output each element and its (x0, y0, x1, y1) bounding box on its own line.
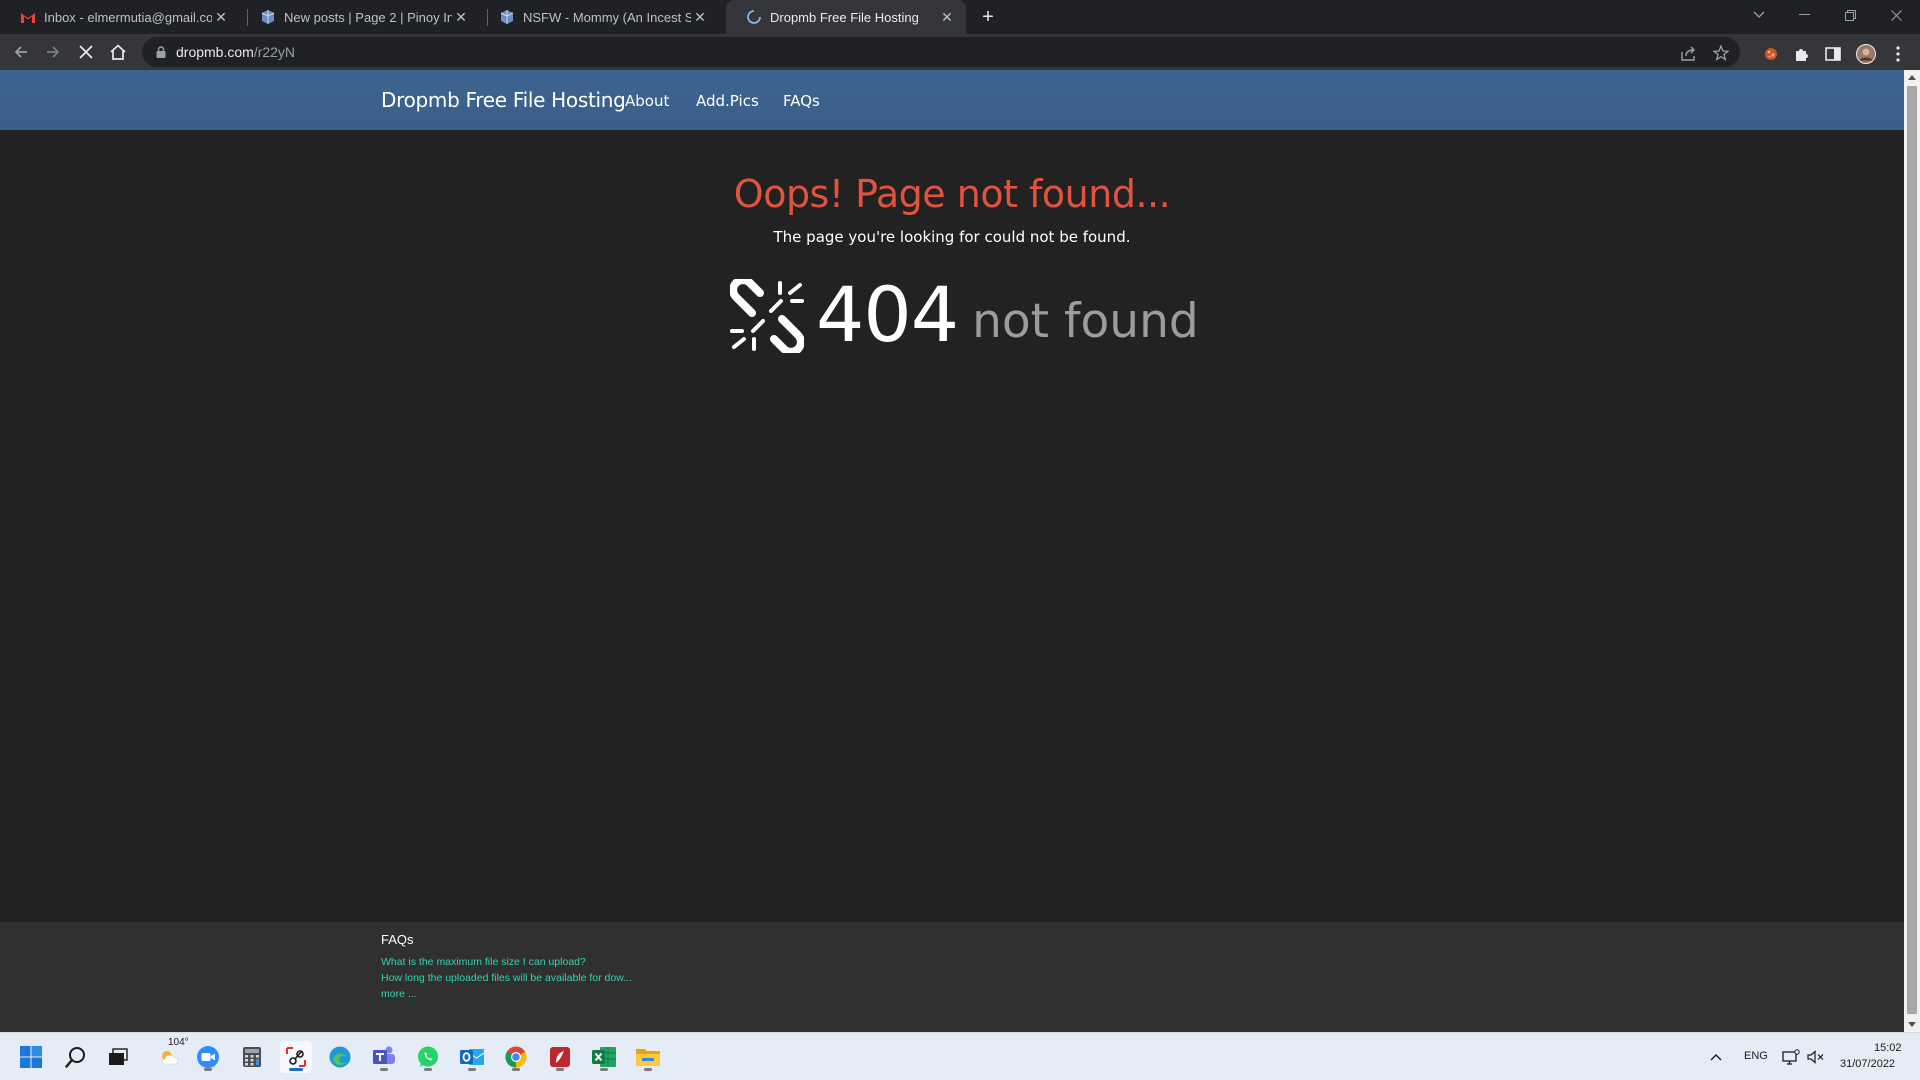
running-indicator (556, 1068, 564, 1071)
browser-menu-icon[interactable] (1887, 43, 1909, 65)
tab-search-icon[interactable] (1736, 0, 1782, 30)
nav-faqs-link[interactable]: FAQs (783, 92, 820, 110)
bookmark-star-icon[interactable] (1712, 44, 1730, 62)
web-page: Dropmb Free File Hosting About Add.Pics … (0, 70, 1904, 1032)
tab-pinoy-forum[interactable]: New posts | Page 2 | Pinoy Intern ✕ (240, 0, 480, 34)
profile-avatar[interactable] (1855, 43, 1877, 65)
tab-title: New posts | Page 2 | Pinoy Intern (284, 9, 452, 25)
extension-icon[interactable] (1760, 43, 1782, 65)
edge-browser-icon[interactable] (324, 1041, 356, 1073)
running-indicator (468, 1068, 476, 1071)
faq-link-availability[interactable]: How long the uploaded files will be avai… (381, 972, 632, 984)
url-text: dropmb.com/r22yN (176, 44, 295, 60)
close-tab-icon[interactable]: ✕ (691, 8, 709, 26)
calculator-app-icon[interactable] (236, 1041, 268, 1073)
volume-muted-icon[interactable] (1803, 1041, 1829, 1073)
broken-link-icon (730, 279, 804, 353)
active-indicator (289, 1068, 303, 1071)
network-icon[interactable] (1778, 1041, 1804, 1073)
home-button[interactable] (104, 38, 132, 66)
error-code-text: not found (972, 294, 1199, 349)
task-view-icon[interactable] (102, 1041, 134, 1073)
site-navbar: Dropmb Free File Hosting About Add.Pics … (0, 70, 1904, 130)
lock-icon[interactable] (154, 45, 168, 59)
running-indicator (380, 1068, 388, 1071)
nav-addpics-link[interactable]: Add.Pics (696, 92, 759, 110)
nav-about-link[interactable]: About (625, 92, 669, 110)
running-indicator (512, 1068, 520, 1071)
tab-title: Dropmb Free File Hosting (770, 9, 919, 25)
site-footer: FAQs What is the maximum file size I can… (0, 922, 1904, 1032)
close-window-button[interactable] (1873, 0, 1919, 30)
site-brand-link[interactable]: Dropmb Free File Hosting (381, 88, 626, 112)
weather-temperature: 104° (168, 1037, 189, 1048)
minimize-button[interactable] (1781, 0, 1827, 30)
url-path: /r22yN (253, 44, 296, 60)
scroll-down-arrow[interactable] (1908, 1022, 1916, 1027)
footer-faqs-title: FAQs (381, 932, 414, 947)
error-code: 404 (816, 270, 959, 359)
address-bar[interactable]: dropmb.com/r22yN (142, 37, 1740, 67)
outlook-app-icon[interactable] (456, 1041, 488, 1073)
back-button[interactable] (7, 38, 35, 66)
close-tab-icon[interactable]: ✕ (938, 8, 956, 26)
forum-icon (260, 9, 276, 25)
side-panel-icon[interactable] (1822, 43, 1844, 65)
close-tab-icon[interactable]: ✕ (212, 8, 230, 26)
tab-title: Inbox - elmermutia@gmail.com (44, 9, 212, 25)
clock-date[interactable]: 31/07/2022 (1840, 1058, 1895, 1070)
browser-toolbar: dropmb.com/r22yN (0, 34, 1920, 70)
close-tab-icon[interactable]: ✕ (452, 8, 470, 26)
weather-widget[interactable]: 104° (150, 1037, 189, 1073)
running-indicator (600, 1068, 608, 1071)
new-tab-button[interactable]: + (976, 5, 1000, 29)
tab-title: NSFW - Mommy (An Incest Story (523, 9, 691, 25)
scrollbar-thumb[interactable] (1907, 86, 1917, 1014)
windows-taskbar: 104° ENG 15:02 31/07/2022 (0, 1032, 1920, 1080)
error-code-block: 404 not found (730, 265, 1199, 365)
file-explorer-icon[interactable] (632, 1041, 664, 1073)
error-title: Oops! Page not found... (733, 172, 1171, 216)
gmail-icon (20, 9, 36, 25)
search-icon[interactable] (60, 1041, 92, 1073)
faq-link-max-size[interactable]: What is the maximum file size I can uplo… (381, 956, 586, 968)
restore-button[interactable] (1827, 0, 1873, 30)
error-subtitle: The page you're looking for could not be… (773, 228, 1131, 246)
url-host: dropmb.com (176, 44, 254, 60)
excel-app-icon[interactable] (588, 1041, 620, 1073)
clock-time[interactable]: 15:02 (1874, 1042, 1902, 1054)
input-language[interactable]: ENG (1744, 1050, 1768, 1062)
forum-icon (499, 9, 515, 25)
zoom-app-icon[interactable] (192, 1041, 224, 1073)
whatsapp-app-icon[interactable] (412, 1041, 444, 1073)
page-scrollbar[interactable] (1904, 70, 1920, 1032)
share-icon[interactable] (1680, 44, 1698, 62)
stop-loading-button[interactable] (72, 38, 100, 66)
faq-link-more[interactable]: more ... (381, 988, 417, 1000)
tab-story-forum[interactable]: NSFW - Mommy (An Incest Story ✕ (479, 0, 719, 34)
scroll-up-arrow[interactable] (1908, 75, 1916, 80)
running-indicator (424, 1068, 432, 1071)
teams-app-icon[interactable] (368, 1041, 400, 1073)
red-app-icon[interactable] (544, 1041, 576, 1073)
forward-button[interactable] (39, 38, 67, 66)
running-indicator (204, 1068, 212, 1071)
browser-tab-strip: Inbox - elmermutia@gmail.com ✕ New posts… (0, 0, 1920, 34)
tab-gmail[interactable]: Inbox - elmermutia@gmail.com ✕ (0, 0, 240, 34)
loading-spinner-icon (746, 9, 762, 25)
snipping-tool-icon[interactable] (280, 1041, 312, 1073)
chrome-app-icon[interactable] (500, 1041, 532, 1073)
show-hidden-icons-icon[interactable] (1704, 1041, 1728, 1073)
tab-dropmb[interactable]: Dropmb Free File Hosting ✕ (726, 0, 966, 34)
extensions-puzzle-icon[interactable] (1791, 43, 1813, 65)
running-indicator (644, 1068, 652, 1071)
start-button[interactable] (15, 1041, 47, 1073)
